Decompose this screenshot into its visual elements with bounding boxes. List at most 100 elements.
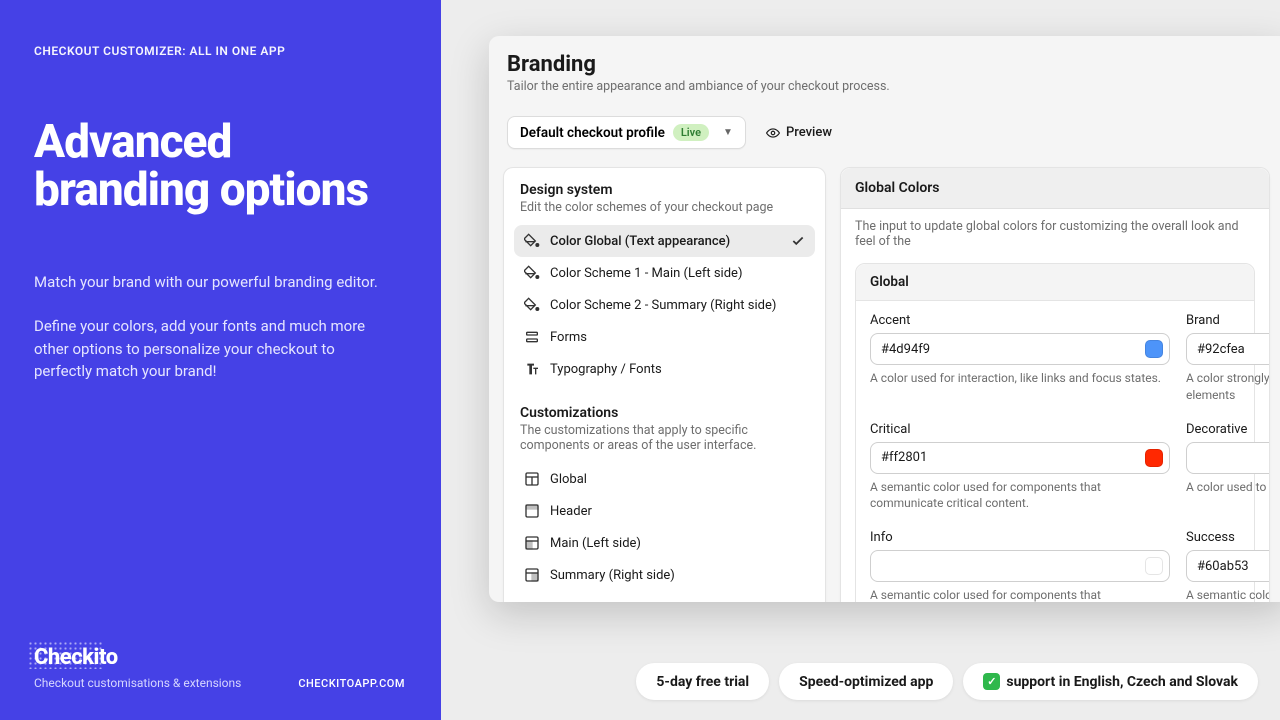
toolbar: Default checkout profile Live ▼ Preview xyxy=(489,116,1280,149)
checkmark-icon: ✓ xyxy=(983,673,1000,690)
layout-icon xyxy=(524,471,540,487)
brand-logo: Checkito xyxy=(34,645,118,670)
menu-item-label: Global xyxy=(550,472,587,487)
field-success: Success #60ab53 A semantic color used fo… xyxy=(1186,530,1270,602)
color-swatch[interactable] xyxy=(1145,449,1163,467)
brand-subtitle: Checkout customisations & extensions xyxy=(34,676,241,690)
pill-trial: 5-day free trial xyxy=(636,663,769,700)
field-input-brand[interactable]: #92cfea xyxy=(1186,333,1270,365)
hero-title: Advanced branding options xyxy=(34,118,405,215)
paint-bucket-icon xyxy=(524,297,540,313)
menu-item-main[interactable]: Main (Left side) xyxy=(514,527,815,559)
bottom-pills: 5-day free trial Speed-optimized app ✓ s… xyxy=(636,663,1258,700)
global-colors-header: Global Colors xyxy=(841,168,1269,209)
field-help: A semantic color used for components tha… xyxy=(1186,587,1270,602)
field-brand: Brand #92cfea A color strongly associate… xyxy=(1186,313,1270,404)
global-colors-description: The input to update global colors for cu… xyxy=(841,209,1269,249)
chevron-down-icon: ▼ xyxy=(723,127,733,138)
field-label: Decorative xyxy=(1186,422,1270,437)
check-icon xyxy=(791,234,805,248)
menu-item-label: Color Global (Text appearance) xyxy=(550,234,730,249)
marketing-panel: CHECKOUT CUSTOMIZER: ALL IN ONE APP Adva… xyxy=(0,0,441,720)
field-input-decorative[interactable] xyxy=(1186,442,1270,474)
live-badge: Live xyxy=(673,124,709,141)
design-system-title: Design system xyxy=(514,182,815,198)
customizations-title: Customizations xyxy=(514,405,815,421)
field-label: Accent xyxy=(870,313,1170,328)
field-label: Success xyxy=(1186,530,1270,545)
field-value: #60ab53 xyxy=(1197,559,1270,574)
field-label: Brand xyxy=(1186,313,1270,328)
design-system-subtitle: Edit the color schemes of your checkout … xyxy=(514,200,815,215)
pill-speed-label: Speed-optimized app xyxy=(799,674,933,690)
global-colors-card: Global Colors The input to update global… xyxy=(840,167,1270,602)
field-critical: Critical #ff2801 A semantic color used f… xyxy=(870,422,1170,513)
pill-trial-label: 5-day free trial xyxy=(656,674,749,690)
profile-selector-label: Default checkout profile xyxy=(520,125,665,141)
paint-bucket-icon xyxy=(524,265,540,281)
hero-description-1: Match your brand with our powerful brand… xyxy=(34,271,405,294)
field-input-accent[interactable]: #4d94f9 xyxy=(870,333,1170,365)
design-system-card: Design system Edit the color schemes of … xyxy=(503,167,826,602)
paint-bucket-icon xyxy=(524,233,540,249)
color-swatch[interactable] xyxy=(1145,557,1163,575)
menu-item-label: Forms xyxy=(550,330,587,345)
menu-item-color-scheme-1[interactable]: Color Scheme 1 - Main (Left side) xyxy=(514,257,815,289)
customizations-menu: Global Header Main (Left side) Summary (… xyxy=(514,463,815,591)
profile-selector[interactable]: Default checkout profile Live ▼ xyxy=(507,116,746,149)
field-input-info[interactable] xyxy=(870,550,1170,582)
page-title: Branding xyxy=(507,52,1271,77)
menu-item-label: Summary (Right side) xyxy=(550,568,675,583)
typography-icon xyxy=(524,361,540,377)
customizations-subtitle: The customizations that apply to specifi… xyxy=(514,423,815,453)
header-layout-icon xyxy=(524,503,540,519)
global-inner-header: Global xyxy=(856,264,1254,301)
design-system-menu: Color Global (Text appearance) Color Sch… xyxy=(514,225,815,385)
menu-item-label: Header xyxy=(550,504,592,519)
field-info: Info A semantic color used for component… xyxy=(870,530,1170,602)
hero-description-2: Define your colors, add your fonts and m… xyxy=(34,315,374,383)
field-label: Critical xyxy=(870,422,1170,437)
eye-icon xyxy=(766,126,780,140)
left-footer: Checkito Checkout customisations & exten… xyxy=(34,645,405,690)
menu-item-label: Main (Left side) xyxy=(550,536,641,551)
menu-item-header[interactable]: Header xyxy=(514,495,815,527)
brand-block: Checkito Checkout customisations & exten… xyxy=(34,645,241,690)
pill-support: ✓ support in English, Czech and Slovak xyxy=(963,663,1258,700)
eyebrow-text: CHECKOUT CUSTOMIZER: ALL IN ONE APP xyxy=(34,44,405,58)
global-inner-card: Global Accent #4d94f9 A color used for i… xyxy=(855,263,1255,602)
main-layout-icon xyxy=(524,535,540,551)
pill-support-label: support in English, Czech and Slovak xyxy=(1006,674,1238,690)
forms-icon xyxy=(524,329,540,345)
field-value: #ff2801 xyxy=(881,450,1137,465)
page-heading: Branding Tailor the entire appearance an… xyxy=(489,52,1280,94)
menu-item-label: Color Scheme 2 - Summary (Right side) xyxy=(550,298,776,313)
field-input-success[interactable]: #60ab53 xyxy=(1186,550,1270,582)
menu-item-label: Color Scheme 1 - Main (Left side) xyxy=(550,266,742,281)
menu-item-color-scheme-2[interactable]: Color Scheme 2 - Summary (Right side) xyxy=(514,289,815,321)
menu-item-label: Typography / Fonts xyxy=(550,362,662,377)
menu-item-typography[interactable]: Typography / Fonts xyxy=(514,353,815,385)
menu-item-forms[interactable]: Forms xyxy=(514,321,815,353)
field-label: Info xyxy=(870,530,1170,545)
field-help: A color strongly associated with the mer… xyxy=(1186,370,1270,404)
field-value: #4d94f9 xyxy=(881,342,1137,357)
color-swatch[interactable] xyxy=(1145,340,1163,358)
preview-button[interactable]: Preview xyxy=(766,125,832,140)
field-help: A color used to highlight certain areas … xyxy=(1186,479,1270,496)
brand-url: CHECKITOAPP.COM xyxy=(298,677,405,690)
field-help: A color used for interaction, like links… xyxy=(870,370,1170,387)
menu-item-global[interactable]: Global xyxy=(514,463,815,495)
menu-item-summary[interactable]: Summary (Right side) xyxy=(514,559,815,591)
menu-item-color-global[interactable]: Color Global (Text appearance) xyxy=(514,225,815,257)
field-accent: Accent #4d94f9 A color used for interact… xyxy=(870,313,1170,404)
field-value: #92cfea xyxy=(1197,342,1270,357)
field-input-critical[interactable]: #ff2801 xyxy=(870,442,1170,474)
color-fields: Accent #4d94f9 A color used for interact… xyxy=(856,301,1254,602)
app-window: Branding Tailor the entire appearance an… xyxy=(489,36,1280,602)
summary-layout-icon xyxy=(524,567,540,583)
field-help: A semantic color used for components tha… xyxy=(870,479,1170,513)
field-help: A semantic color used for components tha… xyxy=(870,587,1170,602)
field-decorative: Decorative A color used to highlight cer… xyxy=(1186,422,1270,513)
page-subtitle: Tailor the entire appearance and ambianc… xyxy=(507,79,1271,94)
